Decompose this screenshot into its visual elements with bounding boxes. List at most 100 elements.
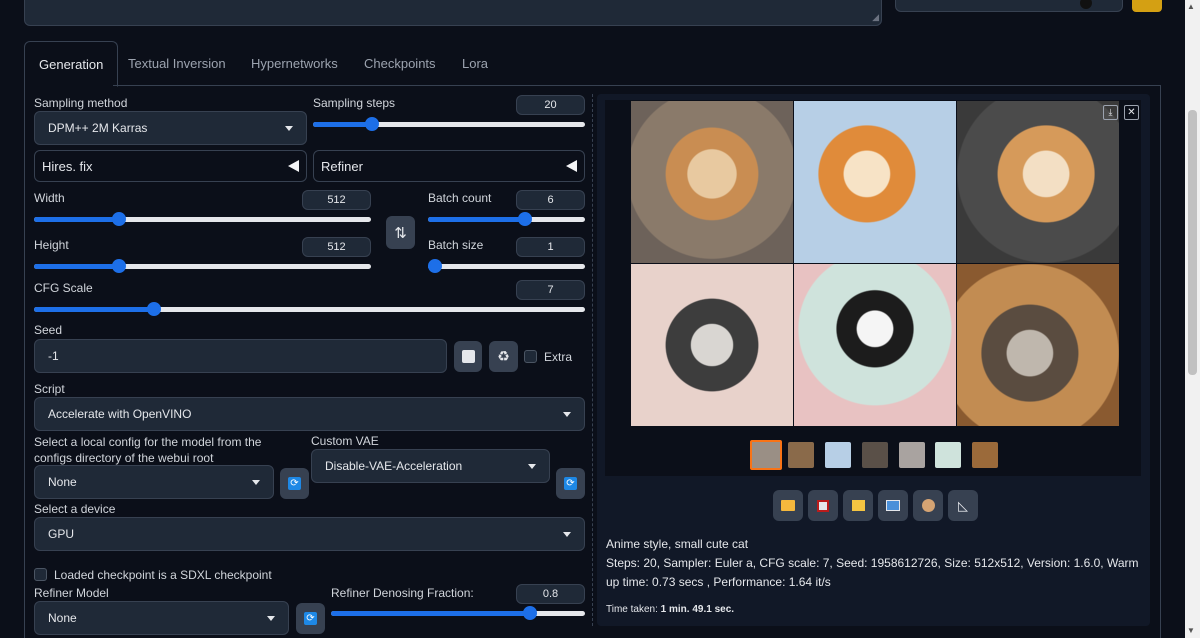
batch-count-slider[interactable]	[428, 212, 585, 226]
slider-knob-icon[interactable]	[1080, 0, 1092, 9]
slider-knob[interactable]	[518, 212, 532, 226]
seed-label: Seed	[34, 323, 63, 337]
recycle-icon: ♻	[497, 348, 510, 364]
height-label: Height	[34, 238, 69, 252]
save-button[interactable]	[808, 490, 838, 521]
thumbnail-4[interactable]	[899, 442, 925, 468]
sampling-steps-input[interactable]: 20	[516, 95, 585, 115]
refresh-vae-button[interactable]: ⟳	[556, 468, 585, 499]
tab-label: Lora	[462, 56, 489, 71]
slider-knob[interactable]	[147, 302, 161, 316]
cat-image-4[interactable]	[631, 264, 793, 426]
extra-label: Extra	[544, 350, 573, 364]
sampling-steps-slider[interactable]	[313, 117, 585, 131]
cat-image-5[interactable]	[794, 264, 956, 426]
custom-vae-dropdown[interactable]: Disable-VAE-Acceleration	[311, 449, 550, 483]
refiner-fraction-label: Refiner Denosing Fraction:	[331, 586, 474, 600]
refiner-label: Refiner	[321, 158, 363, 174]
cat-image-3[interactable]	[957, 101, 1119, 263]
slider-knob[interactable]	[365, 117, 379, 131]
open-folder-button[interactable]	[773, 490, 803, 521]
reuse-seed-button[interactable]: ♻	[489, 341, 518, 372]
batch-size-slider[interactable]	[428, 259, 585, 273]
refiner-model-dropdown[interactable]: None	[34, 601, 289, 635]
seed-value: -1	[48, 349, 59, 363]
prompt-textarea[interactable]: ◢	[24, 0, 882, 26]
extra-checkbox[interactable]	[524, 350, 537, 363]
sampling-method-dropdown[interactable]: DPM++ 2M Karras	[34, 111, 307, 145]
scrollbar-thumb[interactable]	[1188, 110, 1197, 375]
local-config-dropdown[interactable]: None	[34, 465, 274, 499]
tab-label: Textual Inversion	[128, 56, 226, 71]
tab-hypernetworks[interactable]: Hypernetworks	[237, 41, 352, 86]
cfg-scale-slider[interactable]	[34, 302, 585, 316]
image-icon	[886, 500, 900, 511]
swap-dimensions-button[interactable]: ⇅	[386, 216, 415, 249]
sdxl-label: Loaded checkpoint is a SDXL checkpoint	[54, 568, 272, 582]
script-dropdown[interactable]: Accelerate with OpenVINO	[34, 397, 585, 431]
zip-button[interactable]	[843, 490, 873, 521]
seed-input[interactable]: -1	[34, 339, 447, 373]
tab-textual-inversion[interactable]: Textual Inversion	[114, 41, 240, 86]
cfg-scale-input[interactable]: 7	[516, 280, 585, 300]
local-config-label: Select a local config for the model from…	[34, 435, 262, 465]
device-dropdown[interactable]: GPU	[34, 517, 585, 551]
cat-image-1[interactable]	[631, 101, 793, 263]
generation-prompt: Anime style, small cute cat	[606, 537, 749, 551]
ruler-icon: ◺	[958, 497, 968, 513]
width-slider[interactable]	[34, 212, 371, 226]
thumbnail-3[interactable]	[862, 442, 888, 468]
sampling-method-label: Sampling method	[34, 96, 128, 110]
tab-checkpoints[interactable]: Checkpoints	[350, 41, 450, 86]
close-icon[interactable]: ✕	[1124, 105, 1139, 120]
width-label: Width	[34, 191, 65, 205]
refresh-icon: ⟳	[304, 612, 317, 625]
thumbnail-1[interactable]	[788, 442, 814, 468]
chevron-down-icon	[285, 125, 293, 131]
cat-image-2[interactable]	[794, 101, 956, 263]
thumbnail-5[interactable]	[935, 442, 961, 468]
refiner-model-value: None	[48, 611, 77, 625]
refresh-refiner-button[interactable]: ⟳	[296, 603, 325, 634]
thumbnail-grid[interactable]	[750, 440, 782, 470]
batch-size-input[interactable]: 1	[516, 237, 585, 257]
time-taken: Time taken: 1 min. 49.1 sec.	[606, 604, 734, 615]
paste-button[interactable]	[1132, 0, 1162, 12]
resize-handle-icon[interactable]: ◢	[872, 12, 879, 23]
download-icon[interactable]: ⤓	[1103, 105, 1118, 120]
scroll-down-icon[interactable]: ▼	[1187, 626, 1195, 635]
slider-knob[interactable]	[523, 606, 537, 620]
hires-fix-label: Hires. fix	[42, 158, 93, 174]
cat-image-6[interactable]	[957, 264, 1119, 426]
slider-knob[interactable]	[112, 212, 126, 226]
top-right-control[interactable]	[895, 0, 1123, 12]
send-to-img2img-button[interactable]	[878, 490, 908, 521]
send-to-inpaint-button[interactable]	[913, 490, 943, 521]
scroll-up-icon[interactable]: ▲	[1187, 2, 1195, 11]
tab-lora[interactable]: Lora	[448, 41, 502, 86]
sampling-method-value: DPM++ 2M Karras	[48, 121, 148, 135]
send-to-extras-button[interactable]: ◺	[948, 490, 978, 521]
batch-count-input[interactable]: 6	[516, 190, 585, 210]
chevron-down-icon	[563, 531, 571, 537]
refiner-fraction-slider[interactable]	[331, 606, 585, 620]
slider-knob[interactable]	[428, 259, 442, 273]
refiner-accordion[interactable]: Refiner	[313, 150, 585, 182]
refiner-fraction-input[interactable]: 0.8	[516, 584, 585, 604]
hires-fix-accordion[interactable]: Hires. fix	[34, 150, 307, 182]
thumbnail-6[interactable]	[972, 442, 998, 468]
slider-fill	[428, 217, 525, 222]
tab-generation[interactable]: Generation	[24, 41, 119, 87]
image-grid[interactable]	[631, 101, 1119, 427]
random-seed-button[interactable]	[454, 341, 482, 372]
height-slider[interactable]	[34, 259, 371, 273]
slider-knob[interactable]	[112, 259, 126, 273]
device-label: Select a device	[34, 502, 116, 516]
width-input[interactable]: 512	[302, 190, 371, 210]
refresh-config-button[interactable]: ⟳	[280, 468, 309, 499]
thumbnail-2[interactable]	[825, 442, 851, 468]
sdxl-checkbox[interactable]	[34, 568, 47, 581]
generation-params: Steps: 20, Sampler: Euler a, CFG scale: …	[606, 556, 1139, 589]
height-input[interactable]: 512	[302, 237, 371, 257]
custom-vae-label: Custom VAE	[311, 434, 379, 448]
